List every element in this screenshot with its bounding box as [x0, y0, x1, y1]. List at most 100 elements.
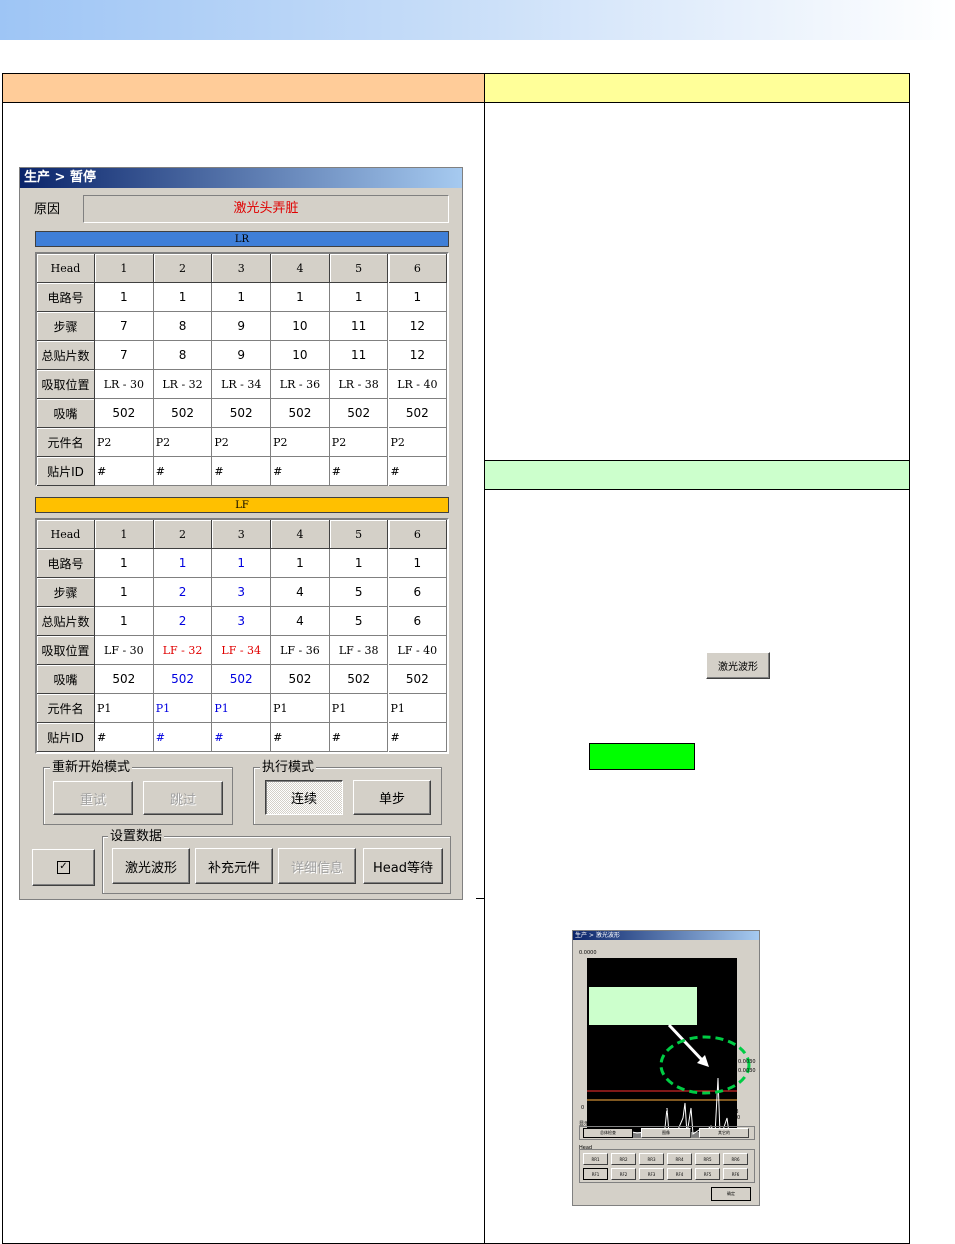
lr-row-label: 电路号 [37, 283, 95, 312]
lr-cell: LR - 32 [153, 370, 213, 399]
lf-cell: 502 [271, 665, 330, 694]
lr-cell: 1 [212, 283, 272, 312]
head-select-button[interactable]: RF6 [723, 1168, 748, 1180]
head-select-button[interactable]: RR4 [667, 1153, 692, 1165]
top-banner [0, 0, 955, 40]
lf-cell: 502 [212, 665, 272, 694]
lr-cell: LR - 38 [329, 370, 389, 399]
lr-cell: 502 [388, 399, 448, 428]
reason-value: 激光头弄脏 [83, 195, 449, 223]
lr-row-label: 元件名 [37, 428, 95, 457]
lr-cell: 9 [212, 312, 272, 341]
lf-cell: P1 [271, 694, 330, 723]
lf-cell: 2 [153, 607, 213, 636]
waveform-x-label-2: RF2 [661, 1109, 671, 1115]
lf-head-header: 5 [329, 520, 389, 549]
continuous-button[interactable]: 连续 [265, 780, 343, 815]
waveform-x-label-1: RF1 0.00 [588, 1109, 600, 1121]
lr-cell: # [329, 457, 389, 486]
head-select-button[interactable]: RR6 [723, 1153, 748, 1165]
overall-check-button[interactable]: 总体检查 [583, 1128, 633, 1138]
detail-info-button[interactable]: 详细信息 [278, 848, 356, 884]
right-laser-wave-button[interactable]: 激光波形 [706, 652, 770, 679]
lr-cell: LR - 30 [95, 370, 154, 399]
image-button[interactable]: 图像 [641, 1128, 691, 1138]
lr-cell: 502 [271, 399, 330, 428]
lr-cell: # [271, 457, 330, 486]
laser-wave-button[interactable]: 激光波形 [112, 848, 190, 884]
pause-dialog: 生产 > 暂停 原因 激光头弄脏 LR Head 1 2 3 4 5 6 电路号 1 1 1 1 1 1 步… [19, 167, 463, 900]
lr-cell: 1 [329, 283, 389, 312]
head-select-button[interactable]: RF2 [611, 1168, 636, 1180]
lr-cell: 1 [388, 283, 448, 312]
head-select-button[interactable]: RF3 [639, 1168, 664, 1180]
lf-cell: P1 [212, 694, 272, 723]
left-column-header [2, 73, 485, 103]
lr-cell: 502 [212, 399, 272, 428]
lr-cell: # [212, 457, 272, 486]
head-select-button[interactable]: RR3 [639, 1153, 664, 1165]
lf-cell: 2 [153, 578, 213, 607]
retry-button[interactable]: 重试 [53, 781, 133, 815]
lr-cell: 12 [388, 312, 448, 341]
lr-cell: 1 [153, 283, 213, 312]
lf-cell: P1 [388, 694, 448, 723]
lr-cell: P2 [95, 428, 154, 457]
lf-cell: 3 [212, 578, 272, 607]
lf-cell: 502 [95, 665, 154, 694]
lf-row-label: 吸取位置 [37, 636, 95, 665]
lr-head-header: 5 [329, 254, 389, 283]
supply-parts-button[interactable]: 补充元件 [195, 848, 273, 884]
head-select-button[interactable]: RR5 [695, 1153, 720, 1165]
lf-head-header: 2 [153, 520, 213, 549]
lf-cell: 5 [329, 578, 389, 607]
head-wait-button[interactable]: Head等待 [363, 848, 443, 884]
lr-cell: # [95, 457, 154, 486]
lr-row-label: 总贴片数 [37, 341, 95, 370]
confirm-check-button[interactable]: ✓ [32, 849, 95, 886]
lf-cell: 1 [95, 607, 154, 636]
lf-cell: 4 [271, 607, 330, 636]
checkbox-icon: ✓ [57, 861, 70, 874]
lr-cell: # [388, 457, 448, 486]
lf-head-header: 3 [212, 520, 272, 549]
lr-row-label: 步骤 [37, 312, 95, 341]
dialog-title: 生产 > 暂停 [20, 168, 462, 188]
lf-cell: LF - 30 [95, 636, 154, 665]
lf-cell: 1 [271, 549, 330, 578]
waveform-title: 生产 > 激光波形 [573, 931, 759, 940]
head-select-button[interactable]: RF5 [695, 1168, 720, 1180]
step-button[interactable]: 单步 [353, 780, 431, 815]
head-select-button[interactable]: RR1 [583, 1153, 608, 1165]
skip-button[interactable]: 跳过 [143, 781, 223, 815]
head-select-button[interactable]: RF1 [583, 1168, 608, 1180]
lf-cell: 6 [388, 607, 448, 636]
lf-cell: # [271, 723, 330, 752]
lr-cell: P2 [388, 428, 448, 457]
lf-cell: # [95, 723, 154, 752]
lf-cell: # [388, 723, 448, 752]
lf-cell: LF - 36 [271, 636, 330, 665]
lr-cell: 502 [329, 399, 389, 428]
lr-head-header: 6 [388, 254, 448, 283]
waveform-y-mark-1: 0.0030 [738, 1059, 756, 1065]
lr-row-label: Head [37, 254, 95, 283]
lr-cell: 10 [271, 341, 330, 370]
other-button[interactable]: 其它的 [699, 1128, 749, 1138]
head-select-button[interactable]: RR2 [611, 1153, 636, 1165]
lf-cell: # [212, 723, 272, 752]
highlight-green-box [589, 743, 695, 770]
lf-cell: 5 [329, 607, 389, 636]
lr-cell: LR - 40 [388, 370, 448, 399]
lr-cell: 8 [153, 341, 213, 370]
lr-cell: 12 [388, 341, 448, 370]
lf-cell: 1 [329, 549, 389, 578]
lr-cell: 7 [95, 312, 154, 341]
head-select-button[interactable]: RF4 [667, 1168, 692, 1180]
lr-cell: LR - 36 [271, 370, 330, 399]
ok-button[interactable]: 确定 [711, 1187, 751, 1201]
lf-bar: LF [35, 497, 449, 513]
waveform-top-value: 0.0000 [579, 950, 597, 956]
lf-cell: 6 [388, 578, 448, 607]
lf-cell: 3 [212, 607, 272, 636]
